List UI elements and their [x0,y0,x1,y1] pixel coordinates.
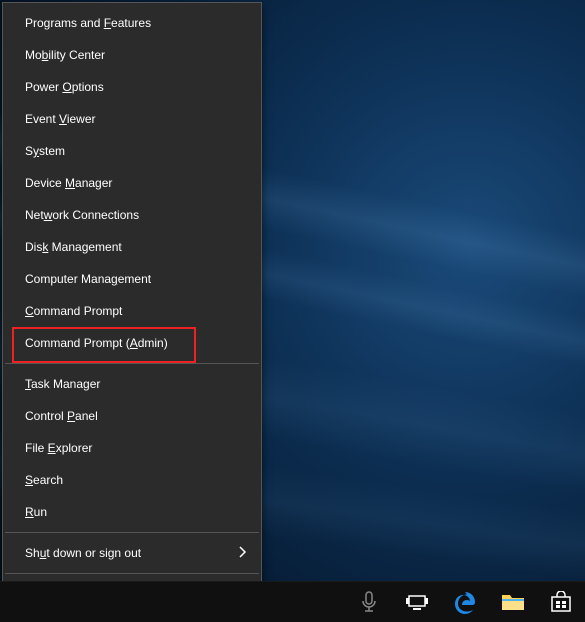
store-icon [550,591,572,613]
menu-item-task-manager[interactable]: Task Manager [3,368,261,400]
task-view-button[interactable] [393,582,441,622]
file-explorer-icon [501,592,525,612]
menu-item-label: Event Viewer [25,112,247,126]
menu-item-label: Shut down or sign out [25,546,239,560]
menu-item-event-viewer[interactable]: Event Viewer [3,103,261,135]
menu-item-label: Task Manager [25,377,247,391]
menu-item-label: Device Manager [25,176,247,190]
menu-item-device-manager[interactable]: Device Manager [3,167,261,199]
menu-separator [5,532,259,533]
winx-power-user-menu: Programs and Features Mobility Center Powe… [2,2,262,615]
cortana-mic-icon [360,591,378,613]
menu-item-label: File Explorer [25,441,247,455]
file-explorer-button[interactable] [489,582,537,622]
menu-item-network-connections[interactable]: Network Connections [3,199,261,231]
task-view-icon [406,593,428,611]
store-button[interactable] [537,582,585,622]
menu-item-label: Mobility Center [25,48,247,62]
menu-item-label: Search [25,473,247,487]
edge-button[interactable] [441,582,489,622]
menu-item-label: Run [25,505,247,519]
menu-item-label: Network Connections [25,208,247,222]
menu-item-file-explorer[interactable]: File Explorer [3,432,261,464]
menu-item-label: Computer Management [25,272,247,286]
menu-item-run[interactable]: Run [3,496,261,528]
menu-item-programs-and-features[interactable]: Programs and Features [3,7,261,39]
menu-item-disk-management[interactable]: Disk Management [3,231,261,263]
menu-item-label: System [25,144,247,158]
menu-item-label: Control Panel [25,409,247,423]
menu-item-label: Programs and Features [25,16,247,30]
menu-separator [5,363,259,364]
menu-item-label: Command Prompt (Admin) [25,336,247,350]
chevron-right-icon [239,546,247,561]
taskbar [0,581,585,622]
cortana-mic-button[interactable] [345,582,393,622]
menu-item-command-prompt-admin[interactable]: Command Prompt (Admin) [3,327,261,359]
menu-item-search[interactable]: Search [3,464,261,496]
menu-item-computer-management[interactable]: Computer Management [3,263,261,295]
menu-item-label: Power Options [25,80,247,94]
menu-item-shut-down-or-sign-out[interactable]: Shut down or sign out [3,537,261,569]
menu-item-label: Command Prompt [25,304,247,318]
menu-separator [5,573,259,574]
edge-icon [453,590,477,614]
menu-item-system[interactable]: System [3,135,261,167]
menu-item-control-panel[interactable]: Control Panel [3,400,261,432]
menu-item-command-prompt[interactable]: Command Prompt [3,295,261,327]
menu-item-power-options[interactable]: Power Options [3,71,261,103]
menu-item-mobility-center[interactable]: Mobility Center [3,39,261,71]
menu-item-label: Disk Management [25,240,247,254]
